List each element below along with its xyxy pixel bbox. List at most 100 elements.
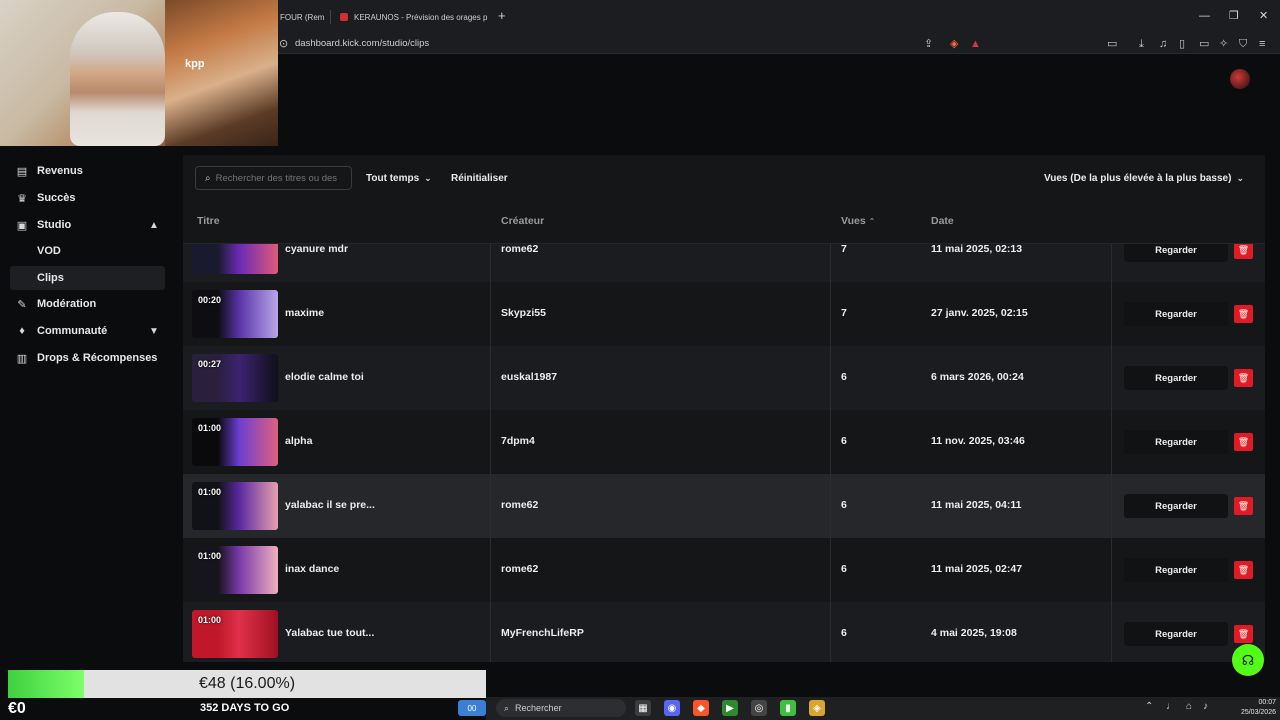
sidebar-item-studio[interactable]: ▣ Studio ▲ [0,213,183,237]
brave-rewards-icon[interactable]: ▲ [970,37,981,51]
task-view-icon[interactable]: ▦ [635,700,651,716]
delete-button[interactable]: 🗑 [1234,369,1253,387]
taskbar-clock[interactable]: 00:07 25/03/2026 [1224,698,1276,718]
watch-button[interactable]: Regarder [1124,622,1228,646]
trash-icon: 🗑 [1237,628,1250,639]
table-row[interactable]: 01:00 Yalabac tue tout... MyFrenchLifeRP 6 4… [183,602,1265,662]
sidebar-item-revenus[interactable]: ▤ Revenus [0,159,183,183]
clip-thumbnail[interactable]: 01:00 [192,610,278,658]
delete-button[interactable]: 🗑 [1234,561,1253,579]
obs-icon[interactable]: ◎ [751,700,767,716]
taskbar-search[interactable]: ⌕ Rechercher [496,699,626,717]
background-painting [165,0,278,146]
search-input[interactable] [215,172,344,184]
sidebar-item-succes[interactable]: ♛ Succès [0,186,183,210]
clip-date: 11 mai 2025, 04:11 [931,499,1022,511]
clip-creator[interactable]: euskal1987 [501,371,557,383]
column-header-creator[interactable]: Créateur [501,215,544,227]
clip-search[interactable]: ⌕ [195,166,352,190]
column-header-title[interactable]: Titre [197,215,220,227]
watch-button[interactable]: Regarder [1124,302,1228,326]
vpn-icon[interactable]: ⛉ [1239,37,1247,51]
sidebar-item-moderation[interactable]: ✎ Modération [0,292,183,316]
table-row[interactable]: cyanure mdr rome62 7 11 mai 2025, 02:13 Rega… [183,244,1265,282]
clip-creator[interactable]: rome62 [501,563,538,575]
watch-button[interactable]: Regarder [1124,558,1228,582]
donation-goal-text: €48 (16.00%) [198,675,296,692]
delete-button[interactable]: 🗑 [1234,625,1253,643]
tray-chevron-icon[interactable]: ⌃ [1145,701,1153,712]
screen-cast-icon[interactable]: ▭ [1107,37,1117,51]
user-avatar[interactable] [1230,69,1250,89]
sidebar-toggle-icon[interactable]: ▯ [1179,37,1185,51]
network-icon[interactable]: ⌂ [1186,701,1192,712]
new-tab-button[interactable]: + [498,8,506,24]
app-stack-icon[interactable]: ◈ [809,700,825,716]
sidebar-item-clips[interactable]: Clips [10,266,165,290]
support-chat-icon[interactable]: ☊ [1232,644,1264,676]
sidebar-item-vod[interactable]: VOD [0,239,183,263]
table-row[interactable]: 01:00 yalabac il se pre... rome62 6 11 mai 2… [183,474,1265,538]
time-filter-label: Tout temps [366,172,420,184]
wallet-icon[interactable]: ▭ [1199,37,1209,51]
clip-thumbnail[interactable]: 00:20 [192,290,278,338]
microphone-icon[interactable]: ♩ [1166,701,1176,712]
table-row[interactable]: 01:00 inax dance rome62 6 11 mai 2025, 02:47… [183,538,1265,602]
download-icon[interactable]: ⤓ [1139,37,1144,51]
clip-date: 6 mars 2026, 00:24 [931,371,1024,383]
trash-icon: 🗑 [1237,500,1250,511]
reset-button[interactable]: Réinitialiser [451,166,508,190]
close-icon[interactable]: ✕ [1259,9,1268,23]
page-scrollbar[interactable] [1265,155,1273,662]
browser-tab-2[interactable]: KERAUNOS - Prévision des orages p [340,6,490,28]
clip-thumbnail[interactable]: 01:00 [192,546,278,594]
sort-dropdown[interactable]: Vues (De la plus élevée à la plus basse)… [1044,166,1244,190]
watch-button[interactable]: Regarder [1124,244,1228,262]
table-row[interactable]: 00:20 maxime Skypzi55 7 27 janv. 2025, 02:15… [183,282,1265,346]
clip-thumbnail[interactable]: 00:27 [192,354,278,402]
menu-icon[interactable]: ≡ [1259,37,1265,51]
sidebar-item-label: Modération [37,298,97,310]
column-header-views[interactable]: Vues ⌃ [841,215,875,227]
watch-button[interactable]: Regarder [1124,430,1228,454]
url-field[interactable]: dashboard.kick.com/studio/clips [295,38,429,49]
clip-creator[interactable]: rome62 [501,244,538,255]
minimize-icon[interactable]: — [1199,9,1210,23]
clip-creator[interactable]: rome62 [501,499,538,511]
time-filter-dropdown[interactable]: Tout temps ⌄ [366,166,432,190]
delete-button[interactable]: 🗑 [1234,497,1253,515]
clip-creator[interactable]: 7dpm4 [501,435,535,447]
delete-button[interactable]: 🗑 [1234,244,1253,259]
table-row[interactable]: 01:00 alpha 7dpm4 6 11 nov. 2025, 03:46 Regar… [183,410,1265,474]
clip-thumbnail[interactable] [192,244,278,274]
share-icon[interactable]: ⇪ [924,37,933,51]
column-divider [1111,602,1112,662]
watch-button[interactable]: Regarder [1124,494,1228,518]
delete-button[interactable]: 🗑 [1234,305,1253,323]
browser-tab-1[interactable]: FOUR (Remi [280,6,324,28]
sidebar-item-communaute[interactable]: ♦ Communauté ▼ [0,319,183,343]
brave-shield-icon[interactable]: ◈ [950,37,958,51]
discord-icon[interactable]: ◉ [664,700,680,716]
kick-icon[interactable]: ▶ [722,700,738,716]
trash-icon: 🗑 [1237,308,1250,319]
table-row[interactable]: 00:27 elodie calme toi euskal1987 6 6 mars 2… [183,346,1265,410]
delete-button[interactable]: 🗑 [1234,433,1253,451]
clip-thumbnail[interactable]: 01:00 [192,418,278,466]
sidebar-item-drops[interactable]: ▥ Drops & Récompenses [0,346,183,370]
music-icon[interactable]: ♫ [1159,37,1167,51]
site-info-icon[interactable]: ⊙ [279,37,288,51]
clip-creator[interactable]: Skypzi55 [501,307,546,319]
sort-asc-icon: ⌃ [868,217,876,226]
restore-icon[interactable]: ❐ [1229,9,1239,23]
weather-widget-icon[interactable]: 00 [458,700,486,716]
leo-ai-icon[interactable]: ✧ [1219,37,1228,51]
clip-thumbnail[interactable]: 01:00 [192,482,278,530]
column-header-date[interactable]: Date [931,215,954,227]
brave-icon[interactable]: ◆ [693,700,709,716]
app-icon[interactable]: ▮ [780,700,796,716]
painting-text: kpp [185,58,205,70]
watch-button[interactable]: Regarder [1124,366,1228,390]
volume-icon[interactable]: ♪ [1203,701,1208,712]
clip-creator[interactable]: MyFrenchLifeRP [501,627,584,639]
